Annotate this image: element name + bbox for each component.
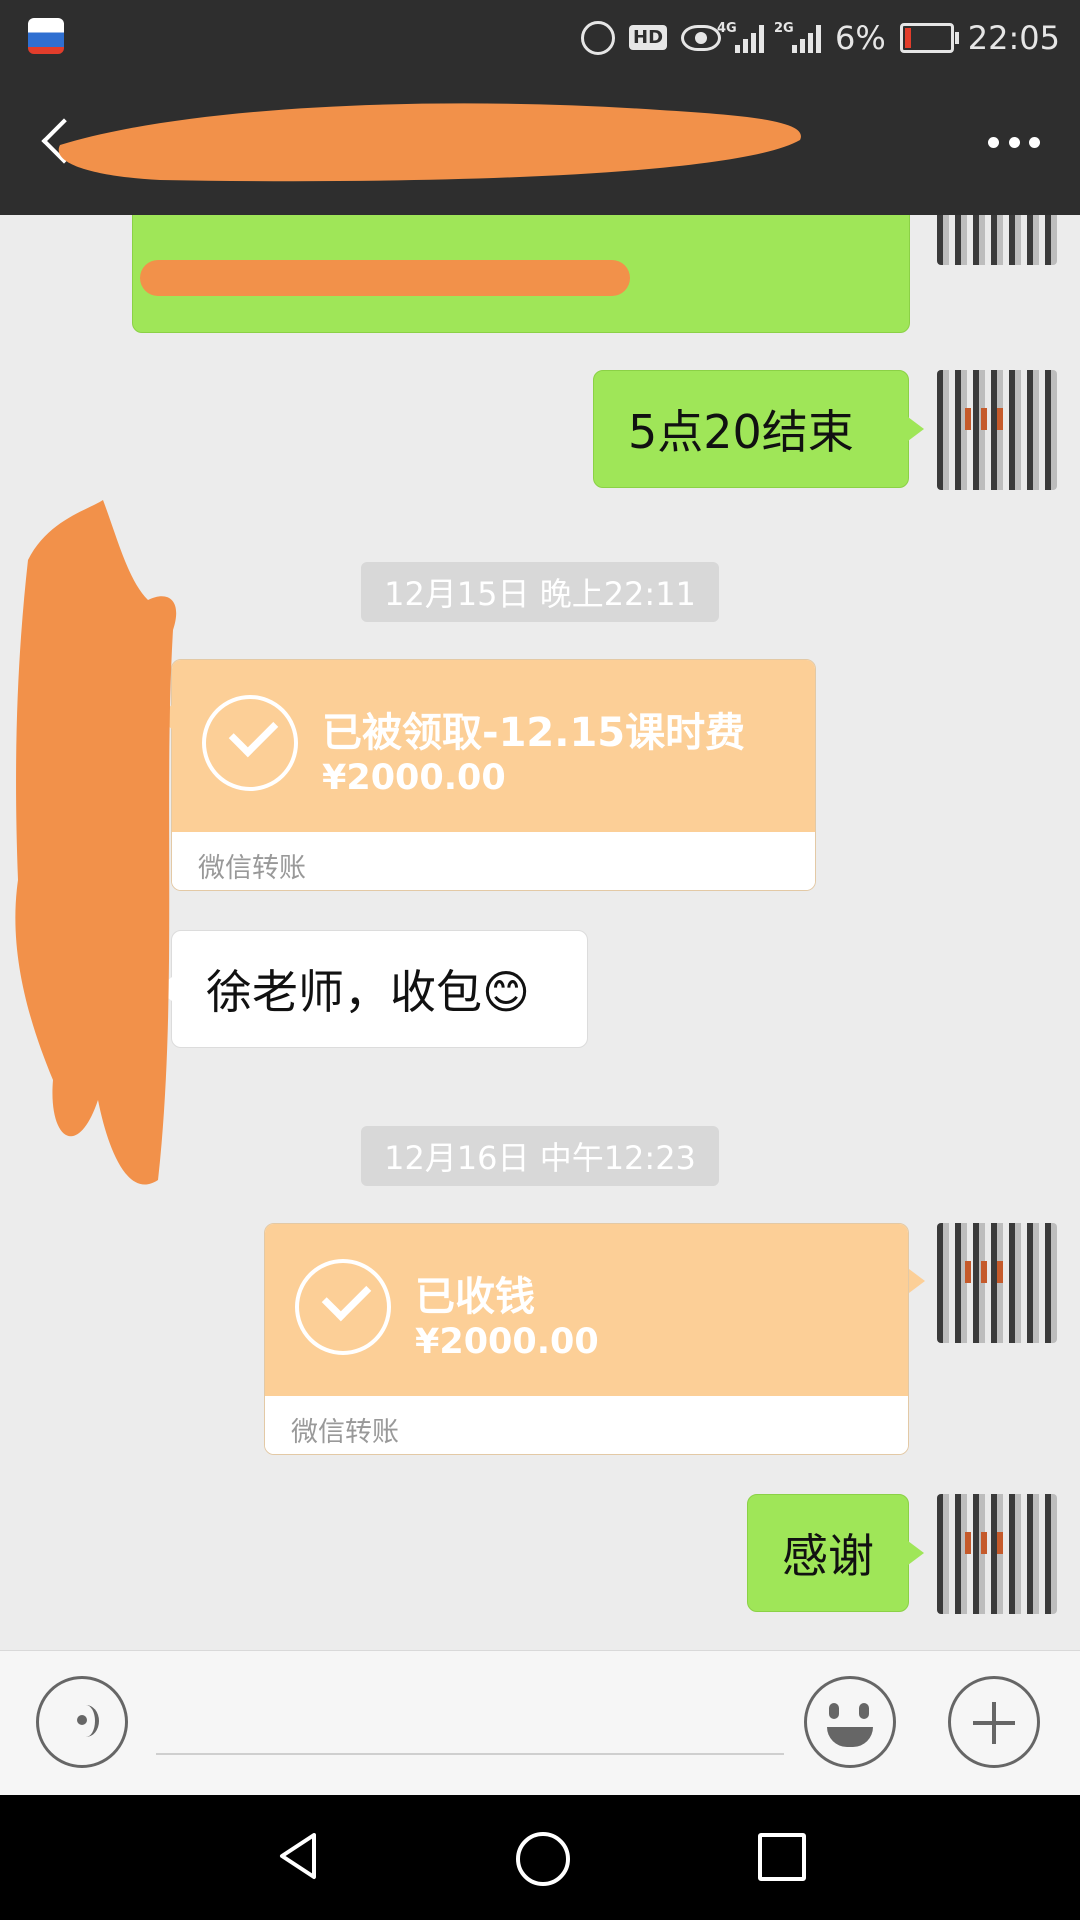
app-notification-icon [28,18,64,54]
eye-comfort-icon [681,24,722,51]
network-type-label: 2G [774,20,794,36]
transfer-title: 已收钱 [415,1274,535,1320]
bubble-tail [909,1269,925,1293]
status-bar: HD 4G 2G 6% 22:05 [0,0,1080,75]
clock: 22:05 [967,18,1060,57]
alarm-icon [581,20,615,55]
signal-4g-icon: 4G [717,21,765,53]
transfer-amount: ¥2000.00 [415,1322,599,1362]
battery-icon [899,22,959,53]
plus-icon[interactable] [948,1676,1040,1768]
system-navigation-bar [0,1795,1080,1920]
message-input[interactable] [156,1701,784,1755]
message-bubble-own[interactable]: 感谢 [747,1494,924,1612]
message-text: 徐老师，收包😊 [206,965,530,1019]
hd-icon: HD [629,25,668,50]
message-bubble-own[interactable]: 5点20结束 [593,370,924,488]
battery-percent: 6% [835,18,886,57]
transfer-card-own[interactable]: 已收钱 ¥2000.00 微信转账 [264,1223,909,1455]
transfer-title: 已被领取-12.15课时费 [322,710,746,756]
chat-message-list: 5点20结束 12月15日 晚上22:11 已被领取-12.15课时费 ¥200… [0,215,1080,1650]
transfer-amount: ¥2000.00 [322,758,506,798]
check-circle-icon [202,695,298,791]
transfer-caption: 微信转账 [198,853,306,884]
status-icons: HD 4G 2G 6% 22:05 [581,0,1060,75]
voice-icon[interactable] [36,1676,128,1768]
message-bubble-contact[interactable]: 徐老师，收包😊 [156,930,588,1048]
transfer-card-header: 已被领取-12.15课时费 ¥2000.00 [172,660,815,832]
emoji-icon[interactable] [804,1676,896,1768]
redaction-scribble [58,103,801,182]
more-dots-icon[interactable] [988,137,1040,149]
transfer-card-header: 已收钱 ¥2000.00 [265,1224,908,1396]
redaction-scribble [140,260,630,296]
message-text: 感谢 [782,1529,874,1583]
nav-recents-icon[interactable] [758,1833,806,1881]
contact-avatar-redacted [15,500,177,1185]
signal-2g-icon: 2G [774,21,822,53]
transfer-caption: 微信转账 [291,1417,399,1448]
nav-home-icon[interactable] [516,1832,570,1886]
message-text: 5点20结束 [628,405,854,459]
own-avatar[interactable] [937,215,1057,265]
nav-back-icon[interactable] [278,1831,318,1881]
message-input-bar [0,1650,1080,1796]
own-avatar[interactable] [937,370,1057,490]
message-timestamp: 12月15日 晚上22:11 [361,562,719,622]
message-timestamp: 12月16日 中午12:23 [361,1126,719,1186]
network-type-label: 4G [717,20,737,36]
check-circle-icon [295,1259,391,1355]
own-avatar[interactable] [937,1223,1057,1343]
chat-header [0,75,1080,215]
own-avatar[interactable] [937,1494,1057,1614]
transfer-card-received[interactable]: 已被领取-12.15课时费 ¥2000.00 微信转账 [171,659,816,891]
